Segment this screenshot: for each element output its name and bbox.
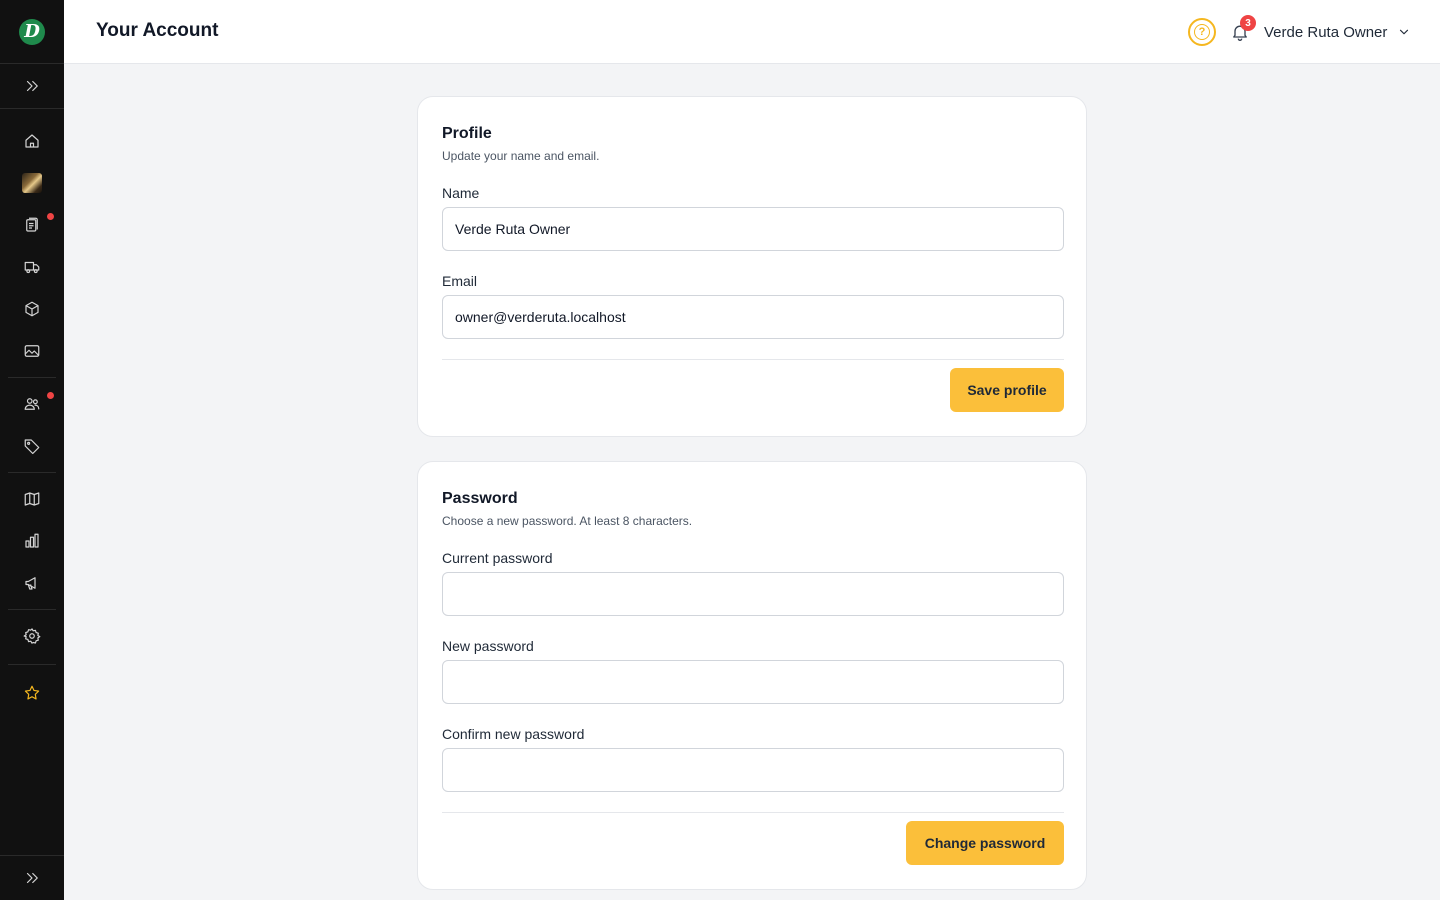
sidebar-item-home[interactable] bbox=[8, 123, 56, 159]
sidebar-item-orders[interactable] bbox=[8, 207, 56, 243]
sidebar-item-discounts[interactable] bbox=[8, 428, 56, 464]
app-logo[interactable]: D bbox=[0, 0, 64, 64]
name-label: Name bbox=[442, 185, 480, 201]
sidebar-item-media[interactable] bbox=[8, 165, 56, 201]
box-icon bbox=[25, 301, 39, 317]
user-menu[interactable]: Verde Ruta Owner bbox=[1264, 20, 1411, 44]
tag-icon bbox=[24, 439, 40, 455]
expand-sidebar-button[interactable] bbox=[8, 68, 56, 104]
image-thumbnail bbox=[22, 173, 42, 193]
email-label: Email bbox=[442, 273, 478, 289]
chart-icon bbox=[25, 533, 39, 548]
chevrons-right-icon bbox=[26, 872, 38, 884]
email-input[interactable] bbox=[442, 295, 1064, 339]
current-password-input[interactable] bbox=[442, 572, 1064, 616]
notification-dot bbox=[47, 392, 54, 399]
truck-icon bbox=[24, 261, 40, 274]
sidebar-item-settings[interactable] bbox=[8, 618, 56, 654]
sidebar-item-favorites[interactable] bbox=[8, 675, 56, 711]
expand-sidebar-bottom-button[interactable] bbox=[8, 860, 56, 896]
sidebar: D bbox=[0, 0, 64, 900]
password-title: Password bbox=[442, 490, 518, 507]
current-password-label: Current password bbox=[442, 550, 553, 566]
clipboard-icon bbox=[26, 217, 38, 232]
profile-divider bbox=[442, 359, 1064, 360]
sidebar-item-marketing[interactable] bbox=[8, 565, 56, 601]
help-icon: ? bbox=[1194, 24, 1210, 40]
gear-icon bbox=[23, 628, 41, 644]
chevrons-right-icon bbox=[26, 80, 38, 92]
name-input[interactable] bbox=[442, 207, 1064, 251]
save-profile-button[interactable]: Save profile bbox=[950, 368, 1064, 412]
sidebar-divider bbox=[0, 108, 64, 109]
profile-subtitle: Update your name and email. bbox=[442, 149, 600, 163]
change-password-button[interactable]: Change password bbox=[906, 821, 1064, 865]
logo-mark: D bbox=[19, 18, 45, 45]
password-divider bbox=[442, 812, 1064, 813]
new-password-label: New password bbox=[442, 638, 534, 654]
notification-count-badge: 3 bbox=[1240, 15, 1256, 31]
sidebar-item-analytics[interactable] bbox=[8, 523, 56, 559]
sidebar-item-map[interactable] bbox=[8, 481, 56, 517]
sidebar-divider bbox=[8, 664, 56, 665]
confirm-password-label: Confirm new password bbox=[442, 726, 585, 742]
top-header: Your Account ? 3 Verde Ruta Owner bbox=[64, 0, 1440, 64]
help-button[interactable]: ? bbox=[1188, 18, 1216, 46]
chevron-down-icon bbox=[1400, 29, 1409, 35]
new-password-input[interactable] bbox=[442, 660, 1064, 704]
sidebar-divider bbox=[0, 855, 64, 856]
password-subtitle: Choose a new password. At least 8 charac… bbox=[442, 514, 693, 528]
sidebar-divider bbox=[8, 472, 56, 473]
sidebar-divider bbox=[8, 609, 56, 610]
sidebar-item-gallery[interactable] bbox=[8, 333, 56, 369]
confirm-password-input[interactable] bbox=[442, 748, 1064, 792]
notification-dot bbox=[47, 213, 54, 220]
sidebar-item-customers[interactable] bbox=[8, 386, 56, 422]
user-name: Verde Ruta Owner bbox=[1264, 23, 1388, 41]
profile-card: Profile Update your name and email. Name… bbox=[417, 96, 1087, 437]
home-icon bbox=[25, 134, 39, 148]
page-title: Your Account bbox=[96, 20, 219, 41]
megaphone-icon bbox=[25, 577, 36, 590]
image-icon bbox=[24, 345, 40, 357]
map-icon bbox=[24, 492, 40, 506]
sidebar-divider bbox=[8, 377, 56, 378]
password-card: Password Choose a new password. At least… bbox=[417, 461, 1087, 890]
sidebar-item-products[interactable] bbox=[8, 291, 56, 327]
star-icon bbox=[24, 685, 40, 700]
profile-title: Profile bbox=[442, 125, 492, 142]
users-icon bbox=[24, 398, 40, 410]
sidebar-item-shipping[interactable] bbox=[8, 249, 56, 285]
